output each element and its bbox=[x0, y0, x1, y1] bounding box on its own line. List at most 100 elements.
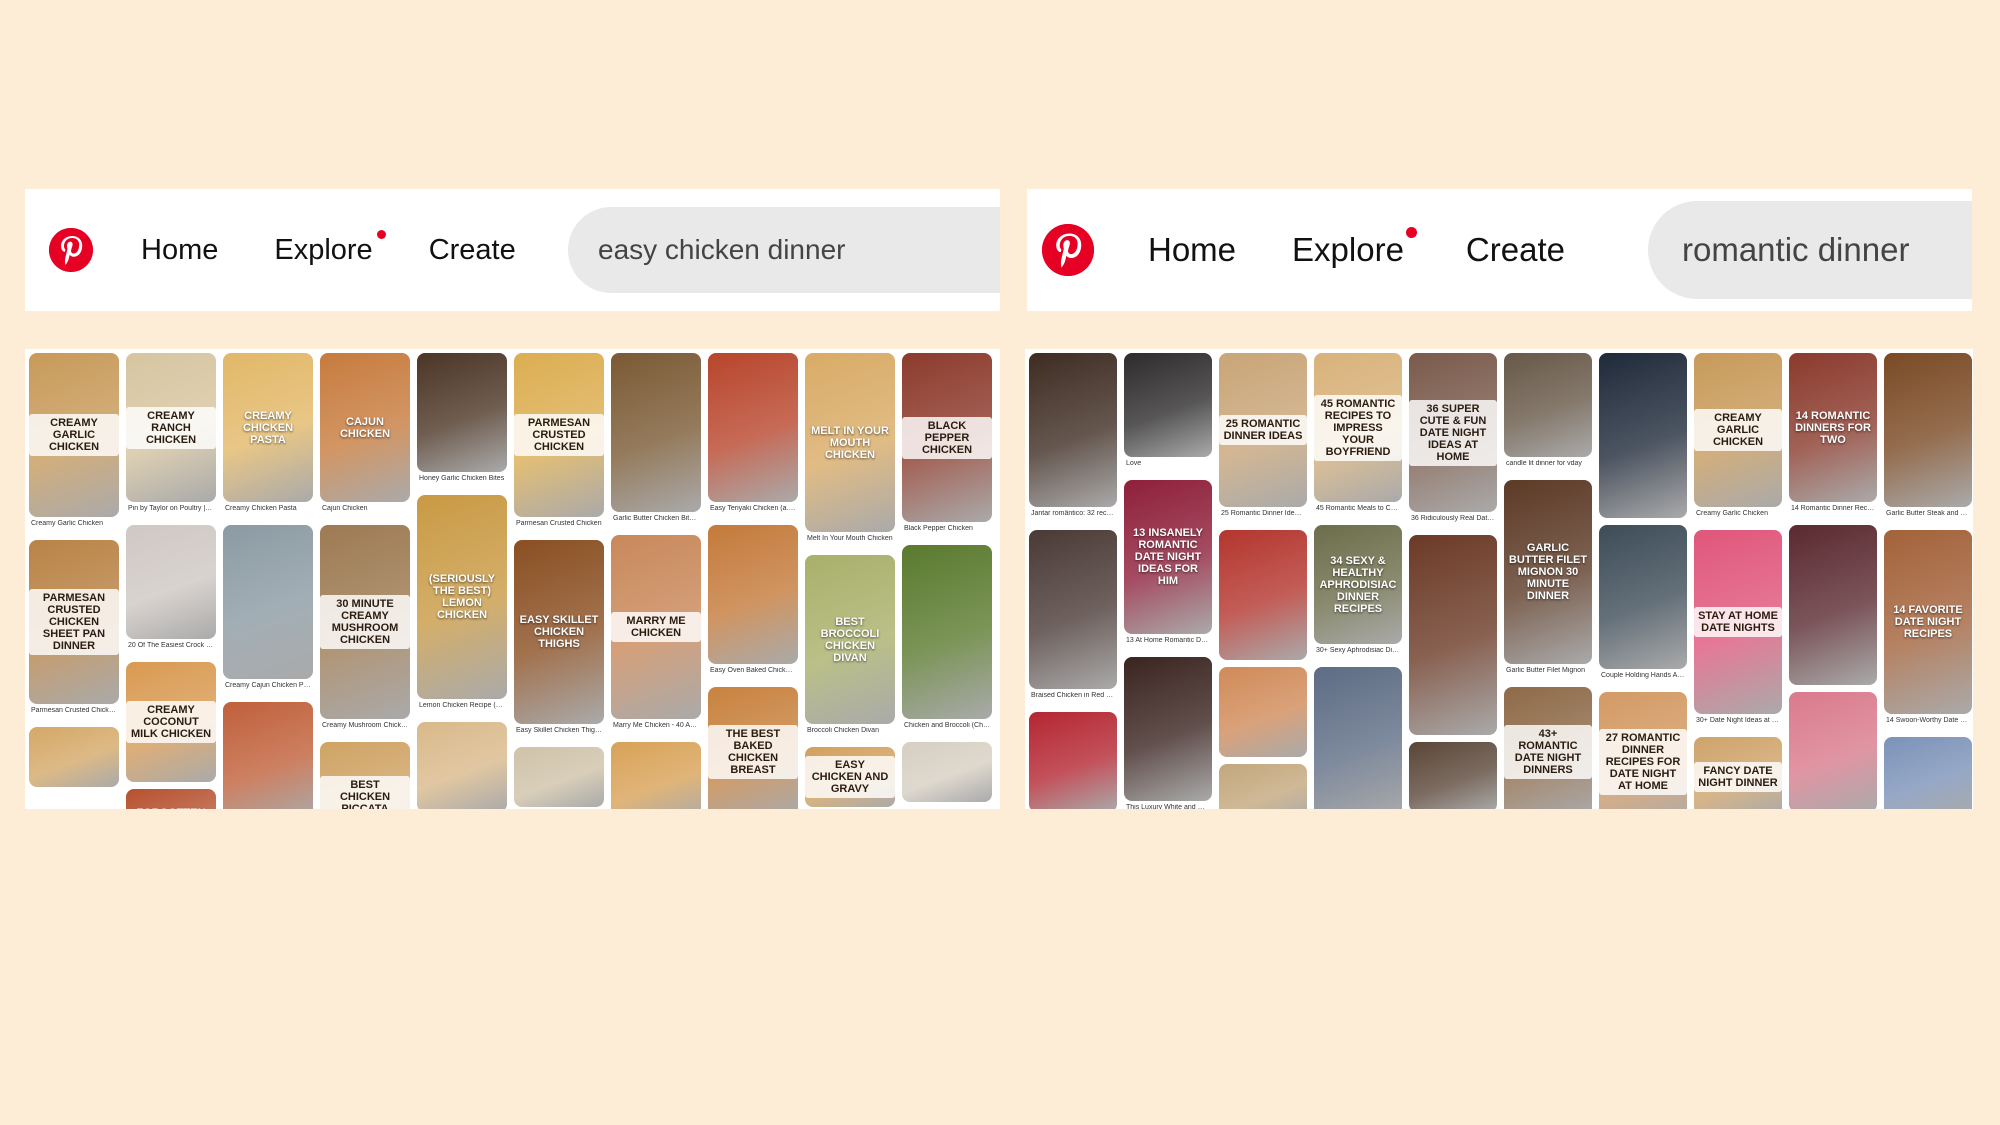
nav-home[interactable]: Home bbox=[141, 234, 218, 267]
pin-caption[interactable]: Couple Holding Hands At The Dinner by St… bbox=[1601, 672, 1685, 680]
pin-caption[interactable]: Parmesan Crusted Chicken bbox=[516, 520, 602, 528]
pin-card[interactable]: 14 Romantic Dinners for Two bbox=[1789, 353, 1877, 502]
pin-caption[interactable]: Broccoli Chicken Divan bbox=[807, 727, 893, 735]
pin-card[interactable]: PARMESAN CRUSTED CHICKEN bbox=[514, 353, 604, 517]
pin-caption[interactable]: Chicken and Broccoli (Chinese Takeout St… bbox=[904, 722, 990, 730]
pin-card[interactable]: 45 ROMANTIC RECIPES TO IMPRESS YOUR BOYF… bbox=[1314, 353, 1402, 502]
pin-caption[interactable]: Easy Teriyaki Chicken (a.k.a Crack chick… bbox=[710, 505, 796, 513]
pin-card[interactable]: Fancy Date Night Dinner bbox=[1694, 737, 1782, 809]
pin-caption[interactable]: Garlic Butter Chicken Bites with Lemon A… bbox=[613, 515, 699, 523]
pin-card[interactable] bbox=[1219, 530, 1307, 660]
pin-card[interactable]: creamy coconut milk CHICKEN bbox=[126, 662, 216, 782]
pin-caption[interactable]: Garlic Butter Steak and Potatoes Skillet bbox=[1886, 510, 1970, 518]
pin-card[interactable]: (seriously the best) Lemon Chicken bbox=[417, 495, 507, 699]
pin-caption[interactable]: Creamy Garlic Chicken bbox=[31, 520, 117, 528]
nav-explore[interactable]: Explore bbox=[1292, 227, 1417, 269]
pin-card[interactable]: garlic butter FILET MIGNON 30 MINUTE DIN… bbox=[1504, 480, 1592, 664]
pin-card[interactable]: CREAMY GARLIC CHICKEN bbox=[1694, 353, 1782, 507]
left-search-input[interactable]: easy chicken dinner bbox=[568, 207, 1000, 293]
pin-caption[interactable]: Creamy Chicken Pasta bbox=[225, 505, 311, 513]
pin-card[interactable] bbox=[1124, 353, 1212, 457]
nav-create[interactable]: Create bbox=[429, 234, 516, 267]
pin-card[interactable] bbox=[1314, 667, 1402, 809]
pin-card[interactable] bbox=[708, 525, 798, 664]
pin-caption[interactable]: 20 Of The Easiest Crock Pot Chicken Dinn… bbox=[128, 642, 214, 650]
pin-caption[interactable]: 36 Ridiculously Real Date Night Ideas At… bbox=[1411, 515, 1495, 523]
pin-card[interactable]: Parmesan Crusted CHICKEN SHEET PAN DINNE… bbox=[29, 540, 119, 704]
pin-card[interactable]: 34 SEXY & HEALTHY APHRODISIAC DINNER REC… bbox=[1314, 525, 1402, 644]
pin-card[interactable]: Best CHICKEN PICCATA bbox=[320, 742, 410, 809]
pin-caption[interactable]: Lemon Chicken Recipe (with Lemon Butter … bbox=[419, 702, 505, 710]
pin-caption[interactable]: 25 Romantic Dinner Ideas | The Recipe Re… bbox=[1221, 510, 1305, 518]
pin-card[interactable] bbox=[514, 747, 604, 807]
pin-caption[interactable]: 30+ Sexy Aphrodisiac Dinner Recipes bbox=[1316, 647, 1400, 655]
pin-caption[interactable]: 14 Swoon-Worthy Date Night Recipes bbox=[1886, 717, 1970, 725]
pin-card[interactable] bbox=[29, 727, 119, 787]
pin-caption[interactable]: Creamy Mushroom Chicken bbox=[322, 722, 408, 730]
pin-card[interactable] bbox=[417, 353, 507, 472]
pin-card[interactable] bbox=[1029, 353, 1117, 507]
pinterest-logo-icon[interactable] bbox=[1042, 224, 1094, 276]
pin-caption[interactable]: Love bbox=[1126, 460, 1210, 468]
pin-caption[interactable]: 14 Romantic Dinner Recipes for Two bbox=[1791, 505, 1875, 513]
right-search-input[interactable]: romantic dinner bbox=[1648, 201, 1972, 299]
pin-card[interactable]: CAJUN CHICKEN bbox=[320, 353, 410, 502]
pin-caption[interactable]: Melt In Your Mouth Chicken bbox=[807, 535, 893, 543]
pin-card[interactable] bbox=[1504, 353, 1592, 457]
pin-card[interactable]: CREAMY CHICKEN PASTA bbox=[223, 353, 313, 502]
pin-card[interactable] bbox=[1789, 692, 1877, 809]
pin-card[interactable] bbox=[417, 722, 507, 809]
pin-caption[interactable]: candle lit dinner for vday bbox=[1506, 460, 1590, 468]
pin-caption[interactable]: Marry Me Chicken - 40 Aprons bbox=[613, 722, 699, 730]
pin-card[interactable] bbox=[223, 525, 313, 679]
pin-card[interactable]: 14 FAVORITE DATE NIGHT RECIPES bbox=[1884, 530, 1972, 714]
pin-caption[interactable]: Easy Oven Baked Chicken Bites bbox=[710, 667, 796, 675]
pin-card[interactable]: BLACK PEPPER CHICKEN bbox=[902, 353, 992, 522]
pin-card[interactable]: MARRY ME CHICKEN bbox=[611, 535, 701, 719]
pin-card[interactable]: easy chicken and gravy bbox=[805, 747, 895, 807]
pin-card[interactable]: 36 SUPER CUTE & FUN DATE NIGHT IDEAS AT … bbox=[1409, 353, 1497, 512]
pin-card[interactable] bbox=[902, 742, 992, 802]
pin-card[interactable] bbox=[611, 742, 701, 809]
pin-caption[interactable]: Jantar romântico: 32 receitas para um ja… bbox=[1031, 510, 1115, 518]
pin-caption[interactable]: 13 At Home Romantic Date Night Ideas For… bbox=[1126, 637, 1210, 645]
pin-caption[interactable]: Black Pepper Chicken bbox=[904, 525, 990, 533]
pin-caption[interactable]: Garlic Butter Filet Mignon bbox=[1506, 667, 1590, 675]
pin-caption[interactable]: Cajun Chicken bbox=[322, 505, 408, 513]
pin-card[interactable] bbox=[126, 525, 216, 639]
pin-card[interactable]: CREAMY RANCH CHICKEN bbox=[126, 353, 216, 502]
pin-caption[interactable]: Easy Skillet Chicken Thighs bbox=[516, 727, 602, 735]
pin-card[interactable] bbox=[1029, 712, 1117, 809]
pin-card[interactable]: 43+ ROMANTIC DATE NIGHT DINNERS bbox=[1504, 687, 1592, 809]
pinterest-logo-icon[interactable] bbox=[49, 228, 93, 272]
pin-card[interactable] bbox=[1124, 657, 1212, 801]
pin-card[interactable] bbox=[1219, 764, 1307, 809]
pin-card[interactable]: STAY AT HOME date nights bbox=[1694, 530, 1782, 714]
nav-explore[interactable]: Explore bbox=[274, 229, 386, 267]
pin-caption[interactable]: Pin by Taylor on Poultry | Easy chicken … bbox=[128, 505, 214, 513]
nav-home[interactable]: Home bbox=[1148, 231, 1236, 269]
pin-card[interactable]: 27 ROMANTIC DINNER RECIPES FOR DATE NIGH… bbox=[1599, 692, 1687, 809]
pin-card[interactable]: FORGOTTEN CHICKEN bbox=[126, 789, 216, 809]
pin-card[interactable] bbox=[1029, 530, 1117, 689]
pin-card[interactable] bbox=[1789, 525, 1877, 685]
pin-card[interactable]: 25 ROMANTIC DINNER ideas bbox=[1219, 353, 1307, 507]
pin-card[interactable]: 13 INSANELY ROMANTIC DATE NIGHT IDEAS FO… bbox=[1124, 480, 1212, 634]
pin-card[interactable]: CREAMY GARLIC CHICKEN bbox=[29, 353, 119, 517]
pin-card[interactable] bbox=[1599, 353, 1687, 518]
pin-caption[interactable]: 30+ Date Night Ideas at Home that are Cr… bbox=[1696, 717, 1780, 725]
pin-caption[interactable]: Parmesan Crusted Chicken Sheet Pan Dinne… bbox=[31, 707, 117, 715]
pin-card[interactable] bbox=[1884, 353, 1972, 507]
pin-card[interactable] bbox=[1409, 742, 1497, 809]
pin-card[interactable]: 30 MINUTE CREAMY MUSHROOM CHICKEN bbox=[320, 525, 410, 719]
pin-card[interactable]: EASY SKILLET chicken THIGHS bbox=[514, 540, 604, 724]
pin-card[interactable]: Melt In Your Mouth Chicken bbox=[805, 353, 895, 532]
pin-card[interactable] bbox=[902, 545, 992, 719]
pin-card[interactable] bbox=[223, 702, 313, 809]
pin-card[interactable]: Best BROCCOLI CHICKEN DIVAN bbox=[805, 555, 895, 724]
pin-caption[interactable]: 45 Romantic Meals to Cook for Him That W… bbox=[1316, 505, 1400, 513]
pin-card[interactable] bbox=[611, 353, 701, 512]
pin-card[interactable] bbox=[708, 353, 798, 502]
pin-card[interactable] bbox=[1884, 737, 1972, 809]
pin-caption[interactable]: Braised Chicken in Red Wine (Coq au Vin … bbox=[1031, 692, 1115, 700]
